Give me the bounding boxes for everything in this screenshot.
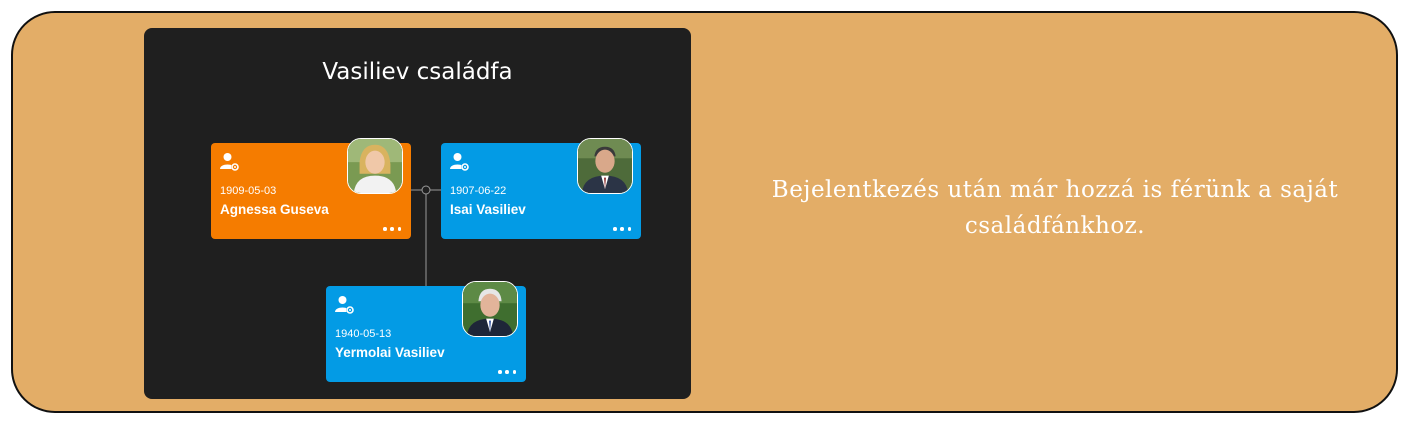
person-name: Yermolai Vasiliev: [335, 345, 445, 360]
person-settings-icon[interactable]: [220, 152, 240, 172]
family-tree-panel: Vasiliev családfa 1909-05-03 Agnessa Gus…: [144, 28, 691, 399]
birth-date: 1909-05-03: [220, 185, 277, 197]
caption-text: Bejelentkezés után már hozzá is férünk a…: [771, 177, 1339, 239]
birth-date: 1940-05-13: [335, 328, 392, 340]
avatar[interactable]: [462, 281, 518, 337]
avatar[interactable]: [577, 138, 633, 194]
person-card-isai[interactable]: 1907-06-22 Isai Vasiliev: [441, 138, 641, 239]
more-dots-icon[interactable]: [613, 226, 631, 232]
person-name: Agnessa Guseva: [220, 202, 329, 217]
person-card-yermolai[interactable]: 1940-05-13 Yermolai Vasiliev: [326, 281, 526, 382]
avatar[interactable]: [347, 138, 403, 194]
person-name: Isai Vasiliev: [450, 202, 526, 217]
more-dots-icon[interactable]: [498, 369, 516, 375]
person-card-agnessa[interactable]: 1909-05-03 Agnessa Guseva: [211, 138, 411, 239]
more-dots-icon[interactable]: [383, 226, 401, 232]
person-settings-icon[interactable]: [335, 295, 355, 315]
birth-date: 1907-06-22: [450, 185, 507, 197]
person-settings-icon[interactable]: [450, 152, 470, 172]
